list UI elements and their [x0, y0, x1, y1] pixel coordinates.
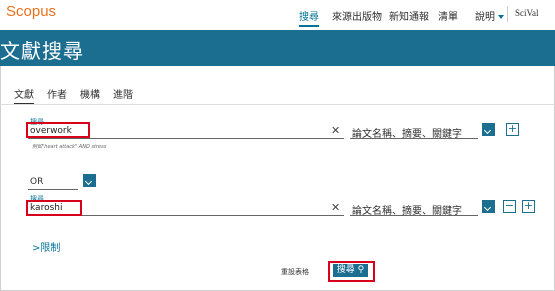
- chevron-down-icon: [498, 15, 504, 19]
- limit-label: 限制: [40, 243, 61, 254]
- remove-field-button[interactable]: −: [503, 200, 516, 213]
- page-banner: 文獻搜尋: [0, 30, 555, 66]
- page-title: 文獻搜尋: [0, 39, 84, 63]
- scope-underline-2: [350, 215, 478, 216]
- scopus-logo[interactable]: Scopus: [6, 3, 56, 20]
- highlight-box: [26, 200, 82, 216]
- scope-underline-1: [350, 138, 478, 139]
- search-input-1-underline: [28, 138, 344, 139]
- clear-icon[interactable]: ✕: [331, 201, 340, 214]
- boolean-operator-select[interactable]: OR: [30, 177, 43, 187]
- add-field-button[interactable]: +: [506, 123, 519, 136]
- tab-divider: [0, 104, 555, 105]
- highlight-box: [26, 122, 90, 138]
- chevron-down-icon[interactable]: [83, 174, 96, 187]
- tab-documents[interactable]: 文獻: [14, 86, 34, 105]
- search-button[interactable]: 搜尋 ⚲: [333, 264, 368, 277]
- nav-lists[interactable]: 清單: [438, 8, 458, 23]
- search-button-label: 搜尋: [336, 265, 355, 275]
- add-field-button[interactable]: +: [522, 200, 535, 213]
- nav-help[interactable]: 說明: [475, 8, 504, 23]
- tab-authors[interactable]: 作者: [47, 86, 67, 101]
- nav-search[interactable]: 搜尋: [299, 8, 319, 27]
- tab-advanced[interactable]: 進階: [113, 86, 133, 101]
- nav-sources[interactable]: 來源出版物: [332, 8, 382, 23]
- chevron-down-icon[interactable]: [482, 200, 495, 213]
- nav-scival[interactable]: SciVal: [515, 8, 539, 18]
- nav-divider: [507, 6, 508, 22]
- top-navigation: Scopus 搜尋 來源出版物 新知通報 清單 說明 SciVal: [0, 0, 555, 30]
- reset-form-link[interactable]: 重設表格: [281, 267, 309, 277]
- nav-alerts[interactable]: 新知通報: [389, 8, 429, 23]
- search-hint: 例如"heart attack" AND stress: [32, 144, 107, 150]
- clear-icon[interactable]: ✕: [331, 124, 340, 137]
- tab-affiliations[interactable]: 機構: [80, 86, 100, 101]
- limit-toggle[interactable]: >限制: [32, 239, 60, 254]
- nav-help-label: 說明: [475, 12, 495, 23]
- operator-underline: [28, 189, 78, 190]
- chevron-down-icon[interactable]: [482, 123, 495, 136]
- search-icon: ⚲: [357, 265, 365, 275]
